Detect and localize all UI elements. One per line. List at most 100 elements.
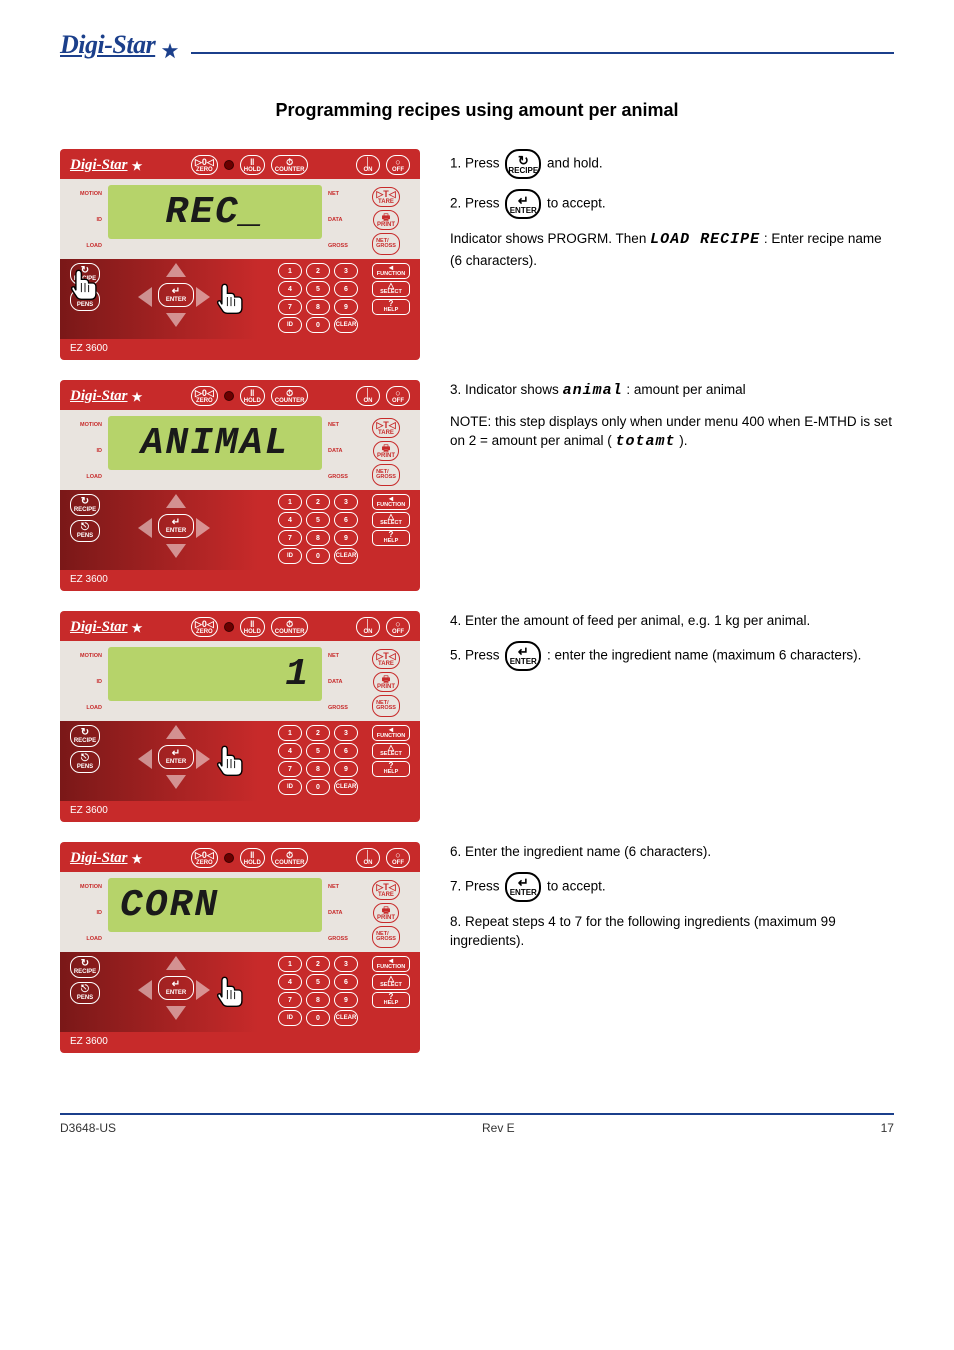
- tare-button[interactable]: ▷T◁TARE: [372, 187, 399, 207]
- key-8[interactable]: 8: [306, 761, 330, 777]
- print-button[interactable]: 🖶PRINT: [373, 210, 399, 230]
- key-2[interactable]: 2: [306, 725, 330, 741]
- tare-button[interactable]: ▷T◁TARE: [372, 418, 399, 438]
- on-button[interactable]: │ON: [356, 155, 380, 175]
- key-4[interactable]: 4: [278, 743, 302, 759]
- key-7[interactable]: 7: [278, 530, 302, 546]
- key-2[interactable]: 2: [306, 956, 330, 972]
- key-3[interactable]: 3: [334, 725, 358, 741]
- hold-button[interactable]: ‖HOLD: [240, 155, 265, 175]
- net-gross-button[interactable]: NET/ GROSS: [372, 695, 400, 717]
- key-clear[interactable]: CLEAR: [334, 1010, 358, 1026]
- key-9[interactable]: 9: [334, 299, 358, 315]
- recipe-button[interactable]: ↻RECIPE: [70, 263, 100, 285]
- pens-button[interactable]: ⎋PENS: [70, 289, 100, 311]
- key-3[interactable]: 3: [334, 494, 358, 510]
- net-gross-button[interactable]: NET/ GROSS: [372, 233, 400, 255]
- arrow-up-icon[interactable]: [166, 956, 186, 970]
- help-button[interactable]: ?HELP: [372, 992, 410, 1008]
- numeric-keypad[interactable]: 1 2 3 4 5 6 7 8 9 ID 0 CLEAR: [278, 263, 358, 333]
- key-9[interactable]: 9: [334, 992, 358, 1008]
- key-4[interactable]: 4: [278, 281, 302, 297]
- hold-button[interactable]: ‖HOLD: [240, 617, 265, 637]
- key-1[interactable]: 1: [278, 725, 302, 741]
- arrow-left-icon[interactable]: [138, 287, 152, 307]
- key-5[interactable]: 5: [306, 281, 330, 297]
- key-id[interactable]: ID: [278, 1010, 302, 1026]
- key-4[interactable]: 4: [278, 974, 302, 990]
- help-button[interactable]: ?HELP: [372, 530, 410, 546]
- key-5[interactable]: 5: [306, 512, 330, 528]
- net-gross-button[interactable]: NET/ GROSS: [372, 464, 400, 486]
- key-5[interactable]: 5: [306, 974, 330, 990]
- key-8[interactable]: 8: [306, 530, 330, 546]
- off-button[interactable]: ○OFF: [386, 617, 410, 637]
- key-1[interactable]: 1: [278, 494, 302, 510]
- arrow-down-icon[interactable]: [166, 313, 186, 327]
- timer-button[interactable]: ⏱COUNTER: [271, 617, 309, 637]
- dpad[interactable]: ↵ENTER: [134, 956, 214, 1020]
- select-button[interactable]: △SELECT: [372, 512, 410, 528]
- timer-button[interactable]: ⏱COUNTER: [271, 386, 309, 406]
- key-0[interactable]: 0: [306, 317, 330, 333]
- timer-button[interactable]: ⏱COUNTER: [271, 848, 309, 868]
- enter-button[interactable]: ↵ENTER: [158, 283, 194, 307]
- on-button[interactable]: │ON: [356, 848, 380, 868]
- arrow-right-icon[interactable]: [196, 980, 210, 1000]
- off-button[interactable]: ○OFF: [386, 848, 410, 868]
- key-clear[interactable]: CLEAR: [334, 317, 358, 333]
- arrow-down-icon[interactable]: [166, 544, 186, 558]
- arrow-left-icon[interactable]: [138, 980, 152, 1000]
- arrow-right-icon[interactable]: [196, 749, 210, 769]
- numeric-keypad[interactable]: 1 2 3 4 5 6 7 8 9 ID 0 CLEAR: [278, 956, 358, 1026]
- enter-button[interactable]: ↵ENTER: [158, 514, 194, 538]
- arrow-up-icon[interactable]: [166, 263, 186, 277]
- zero-button[interactable]: ▷0◁ZERO: [191, 848, 218, 868]
- off-button[interactable]: ○OFF: [386, 155, 410, 175]
- recipe-button[interactable]: ↻RECIPE: [70, 956, 100, 978]
- key-0[interactable]: 0: [306, 779, 330, 795]
- dpad[interactable]: ↵ENTER: [134, 725, 214, 789]
- key-2[interactable]: 2: [306, 263, 330, 279]
- print-button[interactable]: 🖶PRINT: [373, 441, 399, 461]
- key-clear[interactable]: CLEAR: [334, 779, 358, 795]
- key-6[interactable]: 6: [334, 743, 358, 759]
- arrow-up-icon[interactable]: [166, 725, 186, 739]
- key-6[interactable]: 6: [334, 974, 358, 990]
- key-4[interactable]: 4: [278, 512, 302, 528]
- help-button[interactable]: ?HELP: [372, 299, 410, 315]
- function-button[interactable]: ◂FUNCTION: [372, 725, 410, 741]
- pens-button[interactable]: ⎋PENS: [70, 520, 100, 542]
- pens-button[interactable]: ⎋PENS: [70, 982, 100, 1004]
- function-button[interactable]: ◂FUNCTION: [372, 263, 410, 279]
- key-8[interactable]: 8: [306, 299, 330, 315]
- dpad[interactable]: ↵ENTER: [134, 494, 214, 558]
- key-clear[interactable]: CLEAR: [334, 548, 358, 564]
- pens-button[interactable]: ⎋PENS: [70, 751, 100, 773]
- key-9[interactable]: 9: [334, 530, 358, 546]
- key-6[interactable]: 6: [334, 512, 358, 528]
- on-button[interactable]: │ON: [356, 617, 380, 637]
- key-5[interactable]: 5: [306, 743, 330, 759]
- key-9[interactable]: 9: [334, 761, 358, 777]
- numeric-keypad[interactable]: 1 2 3 4 5 6 7 8 9 ID 0 CLEAR: [278, 494, 358, 564]
- hold-button[interactable]: ‖HOLD: [240, 848, 265, 868]
- recipe-button[interactable]: ↻RECIPE: [70, 494, 100, 516]
- numeric-keypad[interactable]: 1 2 3 4 5 6 7 8 9 ID 0 CLEAR: [278, 725, 358, 795]
- key-id[interactable]: ID: [278, 548, 302, 564]
- recipe-button[interactable]: ↻RECIPE: [70, 725, 100, 747]
- key-id[interactable]: ID: [278, 317, 302, 333]
- zero-button[interactable]: ▷0◁ZERO: [191, 386, 218, 406]
- off-button[interactable]: ○OFF: [386, 386, 410, 406]
- key-3[interactable]: 3: [334, 263, 358, 279]
- arrow-left-icon[interactable]: [138, 749, 152, 769]
- help-button[interactable]: ?HELP: [372, 761, 410, 777]
- key-1[interactable]: 1: [278, 263, 302, 279]
- zero-button[interactable]: ▷0◁ZERO: [191, 617, 218, 637]
- net-gross-button[interactable]: NET/ GROSS: [372, 926, 400, 948]
- select-button[interactable]: △SELECT: [372, 743, 410, 759]
- arrow-down-icon[interactable]: [166, 775, 186, 789]
- key-0[interactable]: 0: [306, 1010, 330, 1026]
- key-6[interactable]: 6: [334, 281, 358, 297]
- print-button[interactable]: 🖶PRINT: [373, 903, 399, 923]
